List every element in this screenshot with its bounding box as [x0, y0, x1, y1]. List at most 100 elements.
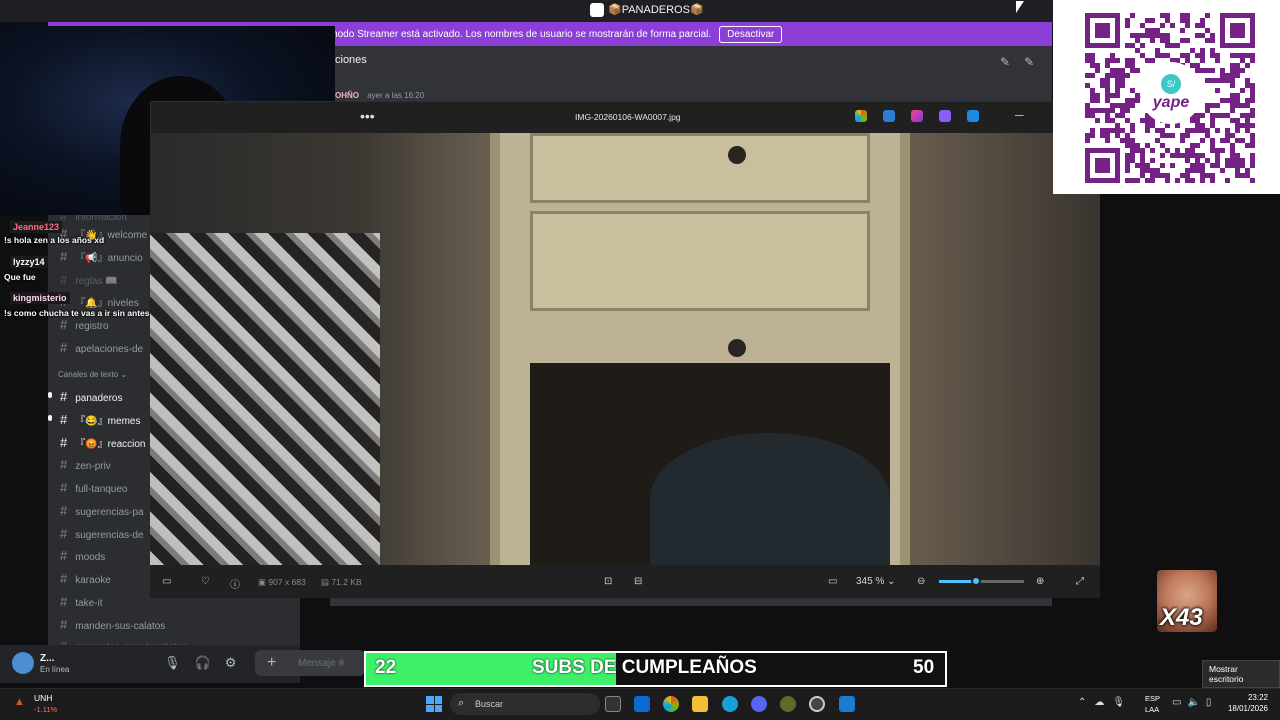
sidebar-item-channel[interactable]: # apelaciones-de [60, 340, 143, 355]
qr-module [1150, 38, 1155, 43]
sidebar-item-channel[interactable]: # reglas 📖 [60, 272, 118, 287]
sidebar-item-channel[interactable]: # full-tanqueo [60, 480, 128, 495]
photo-knob [728, 339, 746, 357]
discord-icon[interactable] [751, 696, 767, 712]
mute-icon[interactable]: ✎ [1024, 55, 1048, 69]
sidebar-item-channel[interactable]: # registro [60, 317, 109, 332]
photo-image [150, 133, 1100, 565]
language-indicator[interactable]: ESP [1145, 694, 1160, 703]
hash-icon: # [60, 317, 68, 332]
clock-date[interactable]: 18/01/2026 [1220, 704, 1268, 713]
scan-icon[interactable]: ⊟ [634, 576, 642, 587]
qr-module [1135, 148, 1140, 153]
qr-module [1210, 113, 1215, 118]
sidebar-item-channel[interactable]: # take-it [60, 594, 102, 609]
fullscreen-icon[interactable]: ⤢ [1076, 576, 1084, 587]
qr-module [1210, 38, 1215, 43]
edit-icon[interactable] [883, 110, 895, 122]
onedrive-icon[interactable] [967, 110, 979, 122]
pin-icon[interactable]: ✎ [1000, 55, 1024, 69]
minimize-icon[interactable]: ─ [1015, 108, 1024, 122]
copilot-icon[interactable] [855, 110, 867, 122]
qr-module [1200, 178, 1205, 183]
qr-module [1240, 88, 1245, 93]
qr-module [1140, 148, 1145, 153]
volume-icon[interactable]: 🔈 [1187, 697, 1205, 708]
zoom-level[interactable]: 345 % ⌄ [856, 576, 896, 587]
qr-finder [1095, 23, 1110, 38]
sidebar-item-channel[interactable]: #『🔔』niveles [60, 294, 139, 309]
stock-widget-change[interactable]: -1.11% [34, 705, 57, 714]
add-attachment-icon[interactable]: + [267, 654, 276, 672]
zoom-out-icon[interactable]: ⊖ [917, 576, 925, 587]
qr-module [1145, 118, 1150, 123]
qr-module [1150, 178, 1155, 183]
network-icon[interactable]: ▭ [1172, 697, 1187, 708]
crop-icon[interactable]: ⊡ [604, 576, 612, 587]
microphone-icon[interactable]: 🎙 [164, 655, 195, 670]
keyboard-layout-indicator[interactable]: LAA [1145, 705, 1159, 714]
chevron-up-icon[interactable]: ⌃ [1078, 697, 1094, 708]
qr-module [1125, 143, 1130, 148]
taskbar-search-input[interactable] [450, 693, 600, 715]
qr-module [1130, 88, 1135, 93]
sidebar-item-channel[interactable]: # karaoke [60, 571, 111, 586]
gear-icon[interactable]: ⚙ [225, 655, 251, 670]
qr-module [1115, 58, 1120, 63]
microphone-tray-icon[interactable]: 🎙 [1112, 697, 1133, 708]
qr-module [1220, 68, 1225, 73]
onedrive-tray-icon[interactable]: ☁ [1094, 697, 1112, 708]
favorite-icon[interactable]: ♡ [201, 576, 210, 587]
hash-icon: # [60, 272, 68, 287]
task-view-icon[interactable] [605, 696, 621, 712]
fit-window-icon[interactable]: ▭ [828, 576, 837, 587]
info-icon[interactable]: ⓘ [230, 576, 240, 591]
sidebar-item-channel[interactable]: # 『📢』anuncio [60, 249, 143, 264]
windows-start-icon[interactable] [426, 696, 442, 712]
chat-username: Jeanne123 [10, 221, 63, 233]
hash-icon: # [60, 340, 68, 355]
qr-module [1120, 103, 1125, 108]
file-explorer-icon[interactable] [692, 696, 708, 712]
category-text-channels[interactable]: Canales de texto ⌄ [58, 370, 127, 379]
sidebar-item-channel[interactable]: # sugerencias-de [60, 526, 144, 541]
sidebar-item-channel[interactable]: # manden-sus-calatos [60, 617, 165, 632]
more-options-icon[interactable]: ••• [360, 108, 375, 124]
qr-module [1140, 168, 1145, 173]
copilot-taskbar-icon[interactable] [663, 696, 679, 712]
headphones-icon[interactable]: 🎧 [195, 655, 225, 670]
clipchamp-icon[interactable] [939, 110, 951, 122]
battery-icon[interactable]: ▯ [1206, 697, 1218, 708]
qr-module [1240, 58, 1245, 63]
deactivate-button[interactable]: Desactivar [719, 25, 783, 43]
qr-module [1165, 38, 1170, 43]
edge-icon[interactable] [722, 696, 738, 712]
sidebar-item-channel[interactable]: # moods [60, 548, 105, 563]
qr-module [1190, 148, 1195, 153]
app-icon[interactable] [780, 696, 796, 712]
sidebar-item-channel[interactable]: # sugerencias-pa [60, 503, 144, 518]
viewer-app-icons [855, 110, 979, 122]
qr-module [1200, 138, 1205, 143]
zoom-in-icon[interactable]: ⊕ [1036, 576, 1044, 587]
sidebar-item-channel[interactable]: # panaderos [60, 389, 123, 404]
photos-icon[interactable] [839, 696, 855, 712]
sidebar-item-channel[interactable]: # 『😂』memes [60, 412, 140, 427]
qr-module [1245, 113, 1250, 118]
paint-icon[interactable] [911, 110, 923, 122]
obs-icon[interactable] [809, 696, 825, 712]
clock-time[interactable]: 23:22 [1220, 693, 1268, 702]
stock-trend-icon[interactable]: ▲ [14, 696, 25, 708]
filmstrip-icon[interactable]: ▭ [162, 576, 171, 587]
qr-module [1130, 138, 1135, 143]
message-author[interactable]: OHÑO [335, 91, 359, 100]
sidebar-item-channel[interactable]: # zen-priv [60, 457, 111, 472]
avatar[interactable] [12, 652, 34, 674]
qr-module [1210, 148, 1215, 153]
sidebar-item-channel[interactable]: # 『😡』reaccion [60, 435, 145, 450]
store-icon[interactable] [634, 696, 650, 712]
stock-widget-name[interactable]: UNH [34, 693, 52, 703]
qr-module [1105, 108, 1110, 113]
qr-module [1145, 128, 1150, 133]
qr-module [1145, 33, 1150, 38]
